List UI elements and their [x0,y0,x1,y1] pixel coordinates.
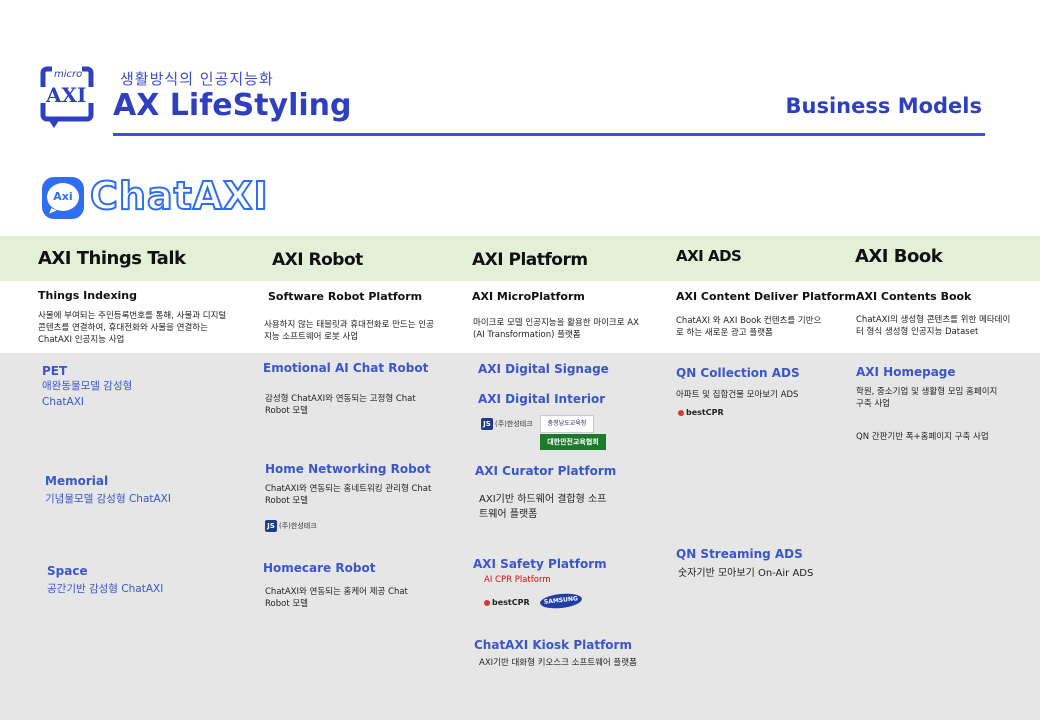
ads-bestcpr-logo-label: bestCPR [686,408,724,417]
interior-logo-hansung-label: (주)한성테크 [495,420,533,428]
col3-description: 마이크로 모델 인공지능을 활용한 마이크로 AX (AI Transforma… [473,318,639,340]
item-axi-homepage-desc: 학원, 중소기업 및 생활형 모임 홈페이지 구축 사업 [856,387,998,410]
item-kiosk-platform-title: ChatAXI Kiosk Platform [474,638,632,652]
item-home-networking-title: Home Networking Robot [265,462,431,476]
item-emotional-robot-title: Emotional AI Chat Robot [263,361,429,375]
item-qn-streaming-title: QN Streaming ADS [676,547,803,561]
bestcpr-logo: bestCPR [484,598,530,607]
col1-subheading: Things Indexing [38,289,138,302]
item-emotional-robot-desc: 감성형 ChatAXI와 연동되는 고정형 Chat Robot 모델 [265,394,416,417]
item-homecare-title: Homecare Robot [263,561,376,575]
category-book: AXI Book [855,246,943,267]
category-things-talk: AXI Things Talk [38,248,186,269]
item-memorial-title: Memorial [45,474,109,488]
interior-logo-hansung: JS (주)한성테크 [481,418,533,430]
item-pet-sub: 애완동물모델 감성형 ChatAXI [42,380,133,408]
chataxi-icon: Axi [42,177,84,219]
item-curator-platform-title: AXI Curator Platform [475,464,617,478]
item-memorial-sub: 기념물모델 감성형 ChatAXI [45,493,171,505]
item-digital-interior-title: AXI Digital Interior [478,392,606,406]
hansung-tech-label: (주)한성테크 [279,522,317,530]
bestcpr-logo-label: bestCPR [492,598,530,607]
item-digital-signage-title: AXI Digital Signage [478,362,609,376]
col1-description: 사물에 부여되는 주민등록번호를 통해, 사물과 디지털 콘텐츠를 연결하여, … [38,311,227,345]
chataxi-icon-text: Axi [47,183,79,211]
item-kiosk-platform-desc: AXI기반 대화형 키오스크 소프트웨어 플랫폼 [479,658,637,668]
business-models-title: Business Models [785,94,982,118]
header-divider [113,133,985,136]
item-safety-platform-title: AXI Safety Platform [473,557,607,571]
logo-micro-text: micro [54,69,83,80]
category-ads: AXI ADS [676,247,742,265]
logo-axi-text: AXI [46,83,87,107]
item-axi-homepage-note: QN 간판기반 폭+홈페이지 구축 사업 [856,432,989,442]
col4-subheading: AXI Content Deliver Platform [676,290,856,303]
interior-logo-chungnam-edu: 충청남도교육청 [540,415,594,433]
page-subtitle: 생활방식의 인공지능화 [120,70,274,88]
col4-description: ChatAXI 와 AXI Book 컨텐츠를 기반으로 하는 새로운 광고 플… [676,316,822,338]
page-title: AX LifeStyling [113,88,352,123]
col2-subheading: Software Robot Platform [268,290,423,303]
col5-subheading: AXI Contents Book [856,290,972,303]
item-pet-title: PET [42,364,68,378]
item-safety-platform-cpr: AI CPR Platform [484,575,551,585]
col2-description: 사용하지 않는 태블릿과 휴대전화로 만드는 인공지능 소프트웨어 로봇 사업 [264,320,434,342]
category-robot: AXI Robot [272,250,363,270]
hansung-tech-logo: JS (주)한성테크 [265,520,317,532]
item-curator-platform-desc: AXI기반 하드웨어 결합형 소프트웨어 플랫폼 [479,494,607,520]
item-qn-collection-desc: 아파트 및 집합건물 모아보기 ADS [676,390,799,400]
interior-logo-safety-assoc: 대한안전교육협회 [540,434,606,450]
ads-bestcpr-logo: bestCPR [678,408,724,417]
item-qn-collection-title: QN Collection ADS [676,366,800,380]
micro-axi-logo: micro AXI [40,66,94,130]
col3-subheading: AXI MicroPlatform [472,290,585,303]
col5-description: ChatAXI의 생성형 콘텐츠를 위한 메타데이터 형식 생성형 인공지능 D… [856,315,1011,337]
item-home-networking-desc: ChatAXI와 연동되는 홈네트워킹 관리형 Chat Robot 모델 [265,484,432,507]
item-homecare-desc: ChatAXI와 연동되는 홈케어 제공 Chat Robot 모델 [265,587,408,610]
item-space-sub: 공간기반 감성형 ChatAXI [47,583,164,595]
item-axi-homepage-title: AXI Homepage [856,365,956,379]
chataxi-wordmark: ChatAXI [89,173,269,219]
item-space-title: Space [47,564,88,578]
category-platform: AXI Platform [472,250,588,270]
item-qn-streaming-desc: 숫자기반 모아보기 On-Air ADS [678,568,814,579]
